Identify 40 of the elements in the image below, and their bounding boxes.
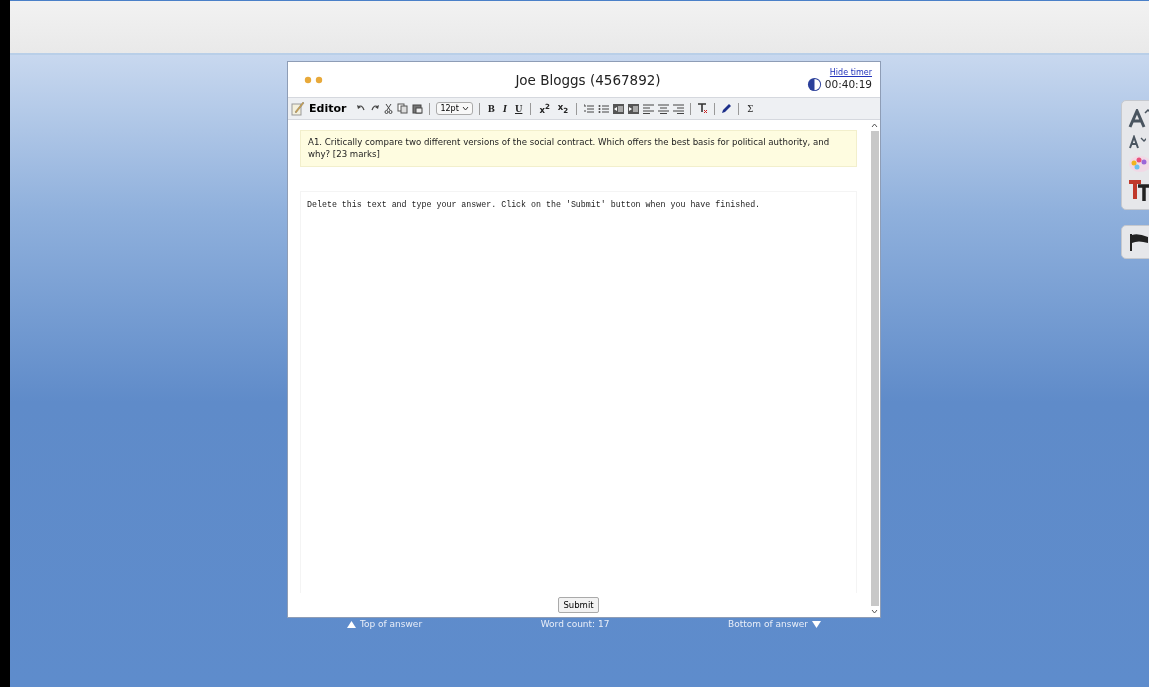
format-button[interactable]: U [513, 103, 525, 114]
align-left-icon[interactable] [643, 103, 655, 114]
pen-icon[interactable] [721, 103, 733, 114]
format-button[interactable]: B [485, 103, 497, 114]
question-text: A1. Critically compare two different versions of the social contract. Which offers the best basis for political authority, and why? [23 marks] [300, 130, 857, 168]
format-button[interactable]: I [501, 103, 509, 114]
scrollbar-thumb[interactable] [870, 131, 879, 606]
answer-field[interactable]: Delete this text and type your answer. Click on the 'Submit' button when you have finished. [300, 191, 857, 593]
colour-palette-icon[interactable] [1128, 155, 1149, 173]
enlarge-text-icon[interactable] [1128, 109, 1149, 129]
font-style-icon[interactable] [1128, 179, 1149, 201]
word-count: Word count: 17 [540, 619, 610, 629]
up-triangle-icon [347, 620, 356, 628]
outdent-icon[interactable] [613, 103, 625, 114]
hide-timer-link[interactable]: Hide timer [829, 67, 872, 77]
paste-icon[interactable] [412, 103, 424, 114]
shrink-text-icon[interactable] [1128, 135, 1146, 149]
submit-button[interactable]: Submit [558, 597, 599, 613]
indent-icon[interactable] [628, 103, 640, 114]
font-size-dropdown[interactable]: 12pt [436, 102, 473, 115]
dialog-title: Joe Bloggs (4567892) [513, 71, 662, 88]
script-button[interactable]: x$_{2}$ [555, 102, 571, 115]
scroll-down-icon[interactable] [871, 609, 878, 614]
bullet-list-icon[interactable] [598, 103, 610, 114]
copy-icon[interactable] [397, 103, 409, 114]
caret-icon [461, 106, 469, 111]
pencil-paper-icon [291, 101, 305, 116]
scissors-icon[interactable] [384, 103, 394, 114]
clear-format-icon[interactable] [697, 103, 709, 114]
script-button[interactable]: x$^{2}$ [537, 102, 552, 115]
timer-text: 00:40:19 [824, 78, 872, 90]
flag-icon[interactable] [1128, 232, 1148, 252]
scroll-up-icon[interactable] [871, 123, 878, 128]
editor-label: Editor [309, 102, 347, 115]
align-right-icon[interactable] [673, 103, 685, 114]
window-dots-icon[interactable] [304, 75, 324, 84]
timer-icon [806, 76, 822, 92]
symbol-button[interactable]: Σ [745, 103, 756, 114]
align-center-icon[interactable] [658, 103, 670, 114]
down-triangle-icon [812, 620, 821, 628]
